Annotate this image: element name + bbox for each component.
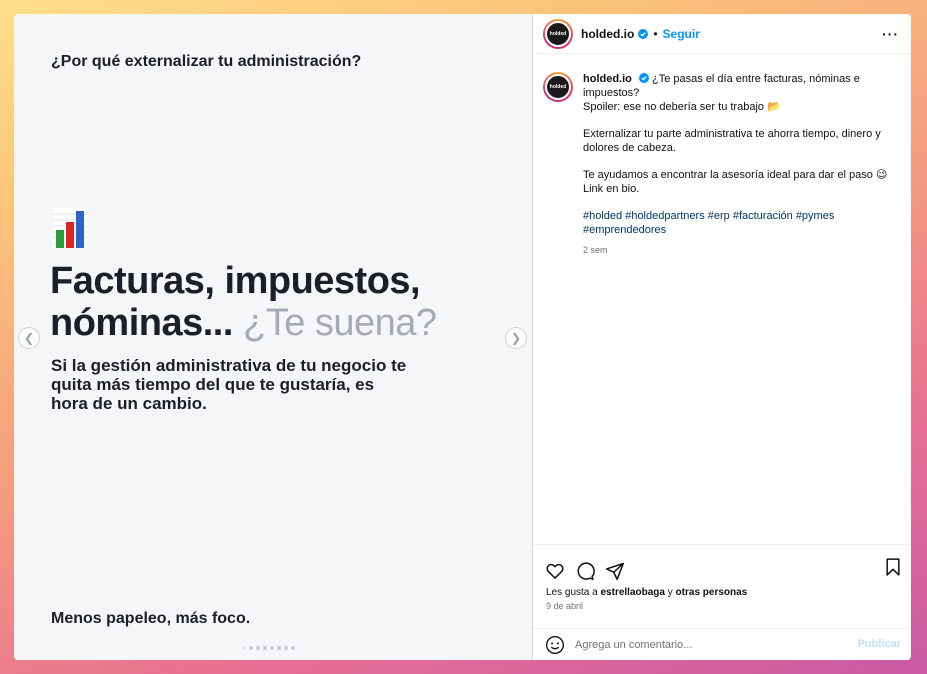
avatar-logo: holded xyxy=(545,74,571,100)
post-date[interactable]: 9 de abril xyxy=(546,601,583,611)
likes-prefix: Les gusta a xyxy=(546,587,598,598)
caption-row: holded holded.io ¿Te pasas el día entre … xyxy=(543,72,901,257)
chart-bar-red xyxy=(66,222,74,248)
likes-summary: Les gusta a estrellaobaga y otras person… xyxy=(546,587,747,598)
caption-paragraph-2: Externalizar tu parte administrativa te … xyxy=(583,128,881,154)
follow-button[interactable]: Seguir xyxy=(663,27,700,41)
caption-hashtags[interactable]: #holded #holdedpartners #erp #facturació… xyxy=(583,209,891,237)
comment-icon[interactable] xyxy=(575,561,595,581)
carousel-dot xyxy=(242,646,246,650)
carousel-dot xyxy=(249,646,253,650)
headline-line-2: nóminas... ¿Te suena? xyxy=(50,302,520,344)
post-header: holded holded.io • Seguir ··· xyxy=(533,14,911,54)
post-panel: holded holded.io • Seguir ··· holded hol… xyxy=(533,14,911,660)
post-caption: holded.io ¿Te pasas el día entre factura… xyxy=(583,72,891,257)
publish-button[interactable]: Publicar xyxy=(858,638,901,650)
carousel-dot xyxy=(277,646,281,650)
caption-paragraph-3a: Te ayudamos a encontrar la asesoría idea… xyxy=(583,169,888,181)
chevron-left-icon: ❮ xyxy=(23,331,35,345)
heart-icon[interactable] xyxy=(545,561,565,581)
share-icon[interactable] xyxy=(605,561,625,581)
slide-subline: Si la gestión administrativa de tu negoc… xyxy=(51,356,407,413)
carousel-dot xyxy=(284,646,288,650)
caption-username[interactable]: holded.io xyxy=(583,73,632,85)
caption-paragraph-3b: Link en bio. xyxy=(583,183,640,195)
post-age[interactable]: 2 sem xyxy=(583,243,891,257)
comment-bar: Publicar xyxy=(533,628,911,660)
carousel-slide[interactable]: ¿Por qué externalizar tu administración?… xyxy=(14,14,533,660)
caption-line-2: Spoiler: ese no debería ser tu trabajo 📂 xyxy=(583,101,781,113)
carousel-dot xyxy=(256,646,260,650)
carousel-dots xyxy=(242,646,295,650)
post-modal: ¿Por qué externalizar tu administración?… xyxy=(14,14,911,660)
slide-headline: Facturas, impuestos, nóminas... ¿Te suen… xyxy=(50,260,520,344)
caption-avatar[interactable]: holded xyxy=(543,72,573,102)
likes-others-link[interactable]: otras personas xyxy=(676,587,748,598)
slide-footer: Menos papeleo, más foco. xyxy=(51,610,251,627)
chevron-right-icon: ❯ xyxy=(510,331,522,345)
carousel-dot xyxy=(270,646,274,650)
bar-chart-icon xyxy=(53,208,87,248)
verified-badge-icon xyxy=(638,28,649,39)
headline-line-1: Facturas, impuestos, xyxy=(50,260,421,302)
avatar[interactable]: holded xyxy=(543,18,573,49)
headline-muted: ¿Te suena? xyxy=(242,302,437,344)
action-bar xyxy=(533,544,911,584)
header-separator: • xyxy=(653,26,658,41)
likes-user-link[interactable]: estrellaobaga xyxy=(601,587,665,598)
more-options-button[interactable]: ··· xyxy=(882,26,899,42)
previous-slide-button[interactable]: ❮ xyxy=(18,327,40,349)
carousel-dot xyxy=(263,646,267,650)
comment-input[interactable] xyxy=(575,638,845,651)
chart-bar-blue xyxy=(76,211,84,248)
likes-and: y xyxy=(667,587,673,598)
slide-question: ¿Por qué externalizar tu administración? xyxy=(51,53,362,70)
emoji-icon[interactable] xyxy=(545,635,565,655)
next-slide-button[interactable]: ❯ xyxy=(505,327,527,349)
headline-main: nóminas... xyxy=(50,302,233,344)
avatar-logo: holded xyxy=(545,20,571,47)
chart-bar-green xyxy=(56,230,64,248)
username-link[interactable]: holded.io xyxy=(581,27,634,41)
bookmark-icon[interactable] xyxy=(883,557,903,577)
verified-badge-icon xyxy=(638,73,649,83)
carousel-dot xyxy=(291,646,295,650)
